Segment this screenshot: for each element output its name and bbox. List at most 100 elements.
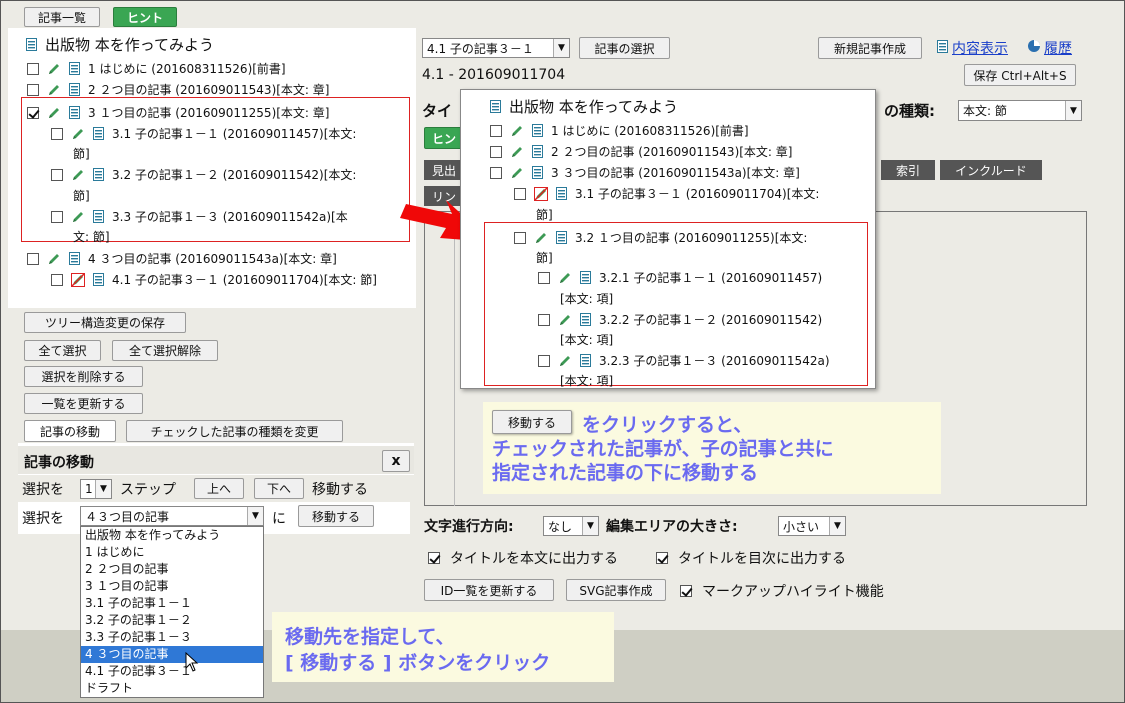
tree-item[interactable]: 1 はじめに (201608311526)[前書] xyxy=(490,122,749,139)
save-tree-button[interactable]: ツリー構造変更の保存 xyxy=(24,312,186,333)
area-select[interactable]: 小さい ▼ xyxy=(778,516,846,536)
tree-item-label[interactable]: 2 ２つ目の記事 (201609011543)[本文: 章] xyxy=(88,81,329,98)
move-down-button[interactable]: 下へ xyxy=(254,478,304,499)
item-checkbox[interactable] xyxy=(490,124,502,137)
hint-partial-button[interactable]: ヒン xyxy=(424,127,464,149)
item-checkbox[interactable] xyxy=(490,166,502,179)
dropdown-option[interactable]: 2 ２つ目の記事 xyxy=(81,561,263,578)
tree-item-label[interactable]: 3.2 子の記事１－２ (201609011542)[本文: xyxy=(112,166,356,183)
tree-item-label[interactable]: 4.1 子の記事３－１ (201609011704)[本文: 節] xyxy=(112,271,377,288)
pencil-icon[interactable] xyxy=(558,313,572,327)
pencil-icon[interactable] xyxy=(510,124,524,138)
hint-button[interactable]: ヒント xyxy=(113,7,177,27)
history-link[interactable]: 履歴 xyxy=(1044,38,1072,58)
tree-item[interactable]: 4.1 子の記事３－１ (201609011704)[本文: 節] xyxy=(51,271,377,288)
dropdown-option[interactable]: 3.1 子の記事１－１ xyxy=(81,595,263,612)
article-list-button[interactable]: 記事一覧 xyxy=(24,7,100,27)
content-view-link[interactable]: 内容表示 xyxy=(952,38,1008,58)
item-checkbox[interactable] xyxy=(51,127,63,140)
tree-item-label[interactable]: 4 ３つ目の記事 (201609011543a)[本文: 章] xyxy=(88,250,337,267)
tree-item[interactable]: 3 １つ目の記事 (201609011255)[本文: 章] xyxy=(27,104,329,121)
item-checkbox[interactable] xyxy=(27,252,39,265)
select-all-button[interactable]: 全て選択 xyxy=(24,340,101,361)
tree-item-label[interactable]: 3 ３つ目の記事 (201609011543a)[本文: 章] xyxy=(551,164,800,181)
dropdown-option[interactable]: 4.1 子の記事３－１ xyxy=(81,663,263,680)
toolbar-include[interactable]: インクルード xyxy=(940,160,1042,180)
tree-item[interactable]: 4 ３つ目の記事 (201609011543a)[本文: 章] xyxy=(27,250,337,267)
move-article-tab[interactable]: 記事の移動 xyxy=(24,420,116,442)
tree-item-label[interactable]: 3.2 １つ目の記事 (201609011255)[本文: xyxy=(575,229,807,246)
item-checkbox-checked[interactable] xyxy=(27,106,39,119)
title-toc-option[interactable]: タイトルを目次に出力する xyxy=(656,548,846,568)
kind-select[interactable]: 本文: 節 ▼ xyxy=(958,100,1082,121)
pencil-icon[interactable] xyxy=(71,127,85,141)
tree-item-label[interactable]: 3.1 子の記事１－１ (201609011457)[本文: xyxy=(112,125,356,142)
tree-item[interactable]: 3.2 子の記事１－２ (201609011542)[本文: xyxy=(51,166,356,183)
tree-item[interactable]: 2 ２つ目の記事 (201609011543)[本文: 章] xyxy=(490,143,792,160)
refresh-id-button[interactable]: ID一覧を更新する xyxy=(424,579,554,601)
move-button[interactable]: 移動する xyxy=(298,505,374,527)
title-toc-checkbox[interactable] xyxy=(656,552,668,564)
locked-pencil-icon[interactable] xyxy=(71,273,85,287)
tree-item-label[interactable]: 3 １つ目の記事 (201609011255)[本文: 章] xyxy=(88,104,329,121)
tree-item[interactable]: 3.2.2 子の記事１－２ (201609011542) xyxy=(538,311,822,328)
move-up-button[interactable]: 上へ xyxy=(194,478,244,499)
tree-item[interactable]: 3.3 子の記事１－３ (201609011542a)[本 xyxy=(51,208,348,225)
tree-item-label[interactable]: 3.2.2 子の記事１－２ (201609011542) xyxy=(599,311,822,328)
pencil-icon[interactable] xyxy=(71,210,85,224)
item-checkbox[interactable] xyxy=(538,313,550,326)
target-select[interactable]: ４３つ目の記事 ▼ xyxy=(80,506,264,526)
markup-highlight-checkbox[interactable] xyxy=(680,585,692,597)
tree-item-label[interactable]: 1 はじめに (201608311526)[前書] xyxy=(88,60,286,77)
title-body-option[interactable]: タイトルを本文に出力する xyxy=(428,548,618,568)
tree-item[interactable]: 3.1 子の記事３－１ (201609011704)[本文: xyxy=(514,185,819,202)
item-checkbox[interactable] xyxy=(51,273,63,286)
title-body-checkbox[interactable] xyxy=(428,552,440,564)
save-button[interactable]: 保存 Ctrl+Alt+S xyxy=(964,64,1076,86)
dropdown-option[interactable]: 3 １つ目の記事 xyxy=(81,578,263,595)
item-checkbox[interactable] xyxy=(514,231,526,244)
pencil-icon[interactable] xyxy=(558,354,572,368)
dropdown-option[interactable]: 1 はじめに xyxy=(81,544,263,561)
pencil-icon[interactable] xyxy=(47,252,61,266)
select-article-button[interactable]: 記事の選択 xyxy=(579,37,670,59)
item-checkbox[interactable] xyxy=(27,62,39,75)
refresh-list-button[interactable]: 一覧を更新する xyxy=(24,393,143,414)
markup-highlight-option[interactable]: マークアップハイライト機能 xyxy=(680,581,884,601)
dropdown-option[interactable]: 3.3 子の記事１－３ xyxy=(81,629,263,646)
pencil-icon[interactable] xyxy=(510,166,524,180)
tree-item[interactable]: 3.2.1 子の記事１－１ (201609011457) xyxy=(538,269,822,286)
tree-item-label[interactable]: 3.3 子の記事１－３ (201609011542a)[本 xyxy=(112,208,348,225)
toolbar-index[interactable]: 索引 xyxy=(881,160,935,180)
item-checkbox[interactable] xyxy=(27,83,39,96)
item-checkbox[interactable] xyxy=(51,168,63,181)
item-checkbox[interactable] xyxy=(514,187,526,200)
pencil-icon[interactable] xyxy=(71,168,85,182)
item-checkbox[interactable] xyxy=(538,354,550,367)
delete-selected-button[interactable]: 選択を削除する xyxy=(24,366,143,387)
target-dropdown-list[interactable]: 出版物 本を作ってみよう 1 はじめに 2 ２つ目の記事 3 １つ目の記事 3.… xyxy=(80,526,264,698)
item-checkbox[interactable] xyxy=(538,271,550,284)
tree-item[interactable]: 3.1 子の記事１－１ (201609011457)[本文: xyxy=(51,125,356,142)
tree-item-label[interactable]: 2 ２つ目の記事 (201609011543)[本文: 章] xyxy=(551,143,792,160)
tree-item[interactable]: 2 ２つ目の記事 (201609011543)[本文: 章] xyxy=(27,81,329,98)
pencil-icon[interactable] xyxy=(558,271,572,285)
dropdown-option-selected[interactable]: 4 ３つ目の記事 xyxy=(81,646,263,663)
pencil-icon[interactable] xyxy=(534,231,548,245)
article-select[interactable]: 4.1 子の記事３－１ ▼ xyxy=(422,38,570,58)
tree-item-label[interactable]: 3.2.1 子の記事１－１ (201609011457) xyxy=(599,269,822,286)
pencil-icon[interactable] xyxy=(47,106,61,120)
locked-pencil-icon[interactable] xyxy=(534,187,548,201)
tree-item-label[interactable]: 3.1 子の記事３－１ (201609011704)[本文: xyxy=(575,185,819,202)
pencil-icon[interactable] xyxy=(47,83,61,97)
pencil-icon[interactable] xyxy=(47,62,61,76)
dropdown-option[interactable]: 3.2 子の記事１－２ xyxy=(81,612,263,629)
tree-item[interactable]: 3.2.3 子の記事１－３ (201609011542a) xyxy=(538,352,830,369)
new-article-button[interactable]: 新規記事作成 xyxy=(818,37,922,59)
pencil-icon[interactable] xyxy=(510,145,524,159)
direction-select[interactable]: なし ▼ xyxy=(543,516,599,536)
tree-item-label[interactable]: 1 はじめに (201608311526)[前書] xyxy=(551,122,749,139)
item-checkbox[interactable] xyxy=(51,210,63,223)
tree-item[interactable]: 1 はじめに (201608311526)[前書] xyxy=(27,60,286,77)
dropdown-option[interactable]: ドラフト xyxy=(81,680,263,697)
